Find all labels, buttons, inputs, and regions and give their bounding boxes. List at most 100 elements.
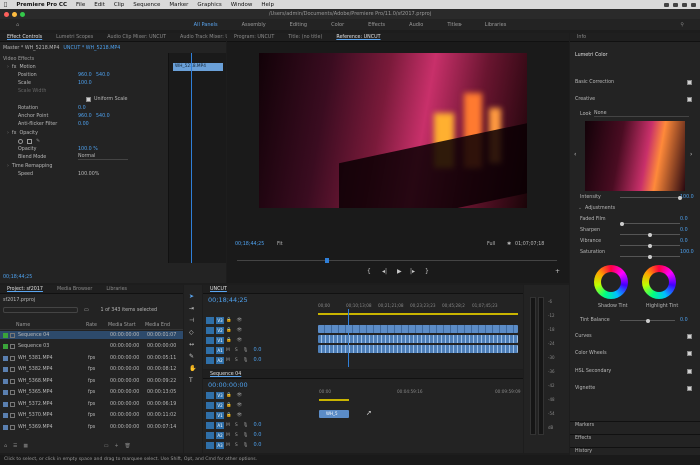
project-row[interactable]: WH_5381.MP4 fps 00:00:00:00 00:00:05:11	[0, 354, 183, 362]
source-patch-button[interactable]	[206, 411, 214, 419]
trash-icon[interactable]: 🗑	[124, 444, 130, 449]
source-master[interactable]: Master * WH_5218.MP4	[3, 46, 59, 51]
anchor-x-value[interactable]: 960.0	[78, 114, 96, 119]
new-bin-icon[interactable]: ▭	[104, 444, 109, 449]
play-button[interactable]: ▶	[397, 268, 402, 275]
sync-lock-icon[interactable]: 🔒	[226, 338, 232, 343]
source-patch-button[interactable]	[206, 391, 214, 399]
mic-icon[interactable]: 🎙	[243, 348, 249, 353]
column-name[interactable]: Name	[16, 323, 86, 328]
uncut-ruler[interactable]: 00;00 00;10;13;08 00;21;21;08 00;23;23;2…	[203, 301, 523, 309]
track-volume-value[interactable]: 0.0	[253, 347, 261, 353]
track-volume-value[interactable]: 0.0	[253, 357, 261, 363]
saturation-value[interactable]: 100.0	[680, 250, 694, 255]
sync-lock-icon[interactable]: 🔒	[226, 413, 232, 418]
project-row[interactable]: WH_5368.MP4 fps 00:00:00:00 00:00:09:22	[0, 377, 183, 385]
expand-icon[interactable]: ›	[7, 131, 9, 136]
opacity-value[interactable]: 100.0 %	[78, 147, 98, 152]
list-view-icon[interactable]: ☰	[13, 444, 17, 449]
icon-view-icon[interactable]: ▦	[23, 444, 28, 449]
position-x-value[interactable]: 960.0	[78, 73, 96, 78]
track-header[interactable]: V3 🔒 👁	[203, 315, 523, 325]
source-patch-button[interactable]	[206, 316, 214, 324]
add-button[interactable]: +	[555, 268, 560, 275]
track-label[interactable]: A1	[216, 421, 224, 429]
mute-icon[interactable]: M	[226, 358, 230, 363]
intensity-slider[interactable]	[620, 195, 682, 200]
highlight-tint-wheel[interactable]	[642, 265, 676, 299]
uniform-scale-checkbox[interactable]	[86, 96, 91, 102]
opacity-header-row[interactable]: › fx Opacity	[0, 129, 226, 137]
vignette-checkbox[interactable]	[687, 385, 692, 391]
ec-timecode[interactable]: 00;18;44;25	[3, 275, 32, 280]
track-label[interactable]: V1	[216, 336, 224, 344]
project-row[interactable]: WH_5365.MP4 fps 00:00:00:00 00:00:13:05	[0, 389, 183, 397]
menu-clip[interactable]: Clip	[114, 2, 124, 8]
look-prev-button[interactable]: ‹	[574, 151, 576, 158]
antiflicker-value[interactable]: 0.00	[78, 122, 89, 127]
minimize-button[interactable]	[12, 11, 17, 17]
track-label[interactable]: V1	[216, 411, 224, 419]
toggle-output-icon[interactable]: 👁	[237, 328, 243, 333]
track-label[interactable]: V3	[216, 316, 224, 324]
tab-libraries[interactable]: Libraries	[99, 287, 134, 292]
workspace-editing[interactable]: Editing	[278, 22, 319, 28]
tab-audio-clip-mixer[interactable]: Audio Clip Mixer: UNCUT	[100, 35, 173, 40]
scale-value[interactable]: 100.0	[78, 81, 92, 86]
tab-info[interactable]: Info	[570, 35, 593, 40]
ripple-edit-tool-icon[interactable]: ⊣	[189, 317, 194, 324]
blend-mode-select[interactable]: Normal	[78, 154, 128, 160]
source-patch-button[interactable]	[206, 431, 214, 439]
toggle-output-icon[interactable]: 👁	[237, 338, 243, 343]
selection-tool-icon[interactable]: ➤	[189, 293, 194, 300]
vibrance-value[interactable]: 0.0	[680, 239, 688, 244]
apple-icon[interactable]: 	[4, 2, 7, 8]
workspace-audio[interactable]: Audio	[397, 22, 435, 28]
tint-balance-value[interactable]: 0.0	[680, 318, 688, 323]
track-label[interactable]: V3	[216, 391, 224, 399]
track-label[interactable]: A2	[216, 356, 224, 364]
lumetri-title[interactable]: Lumetri Color	[575, 53, 608, 58]
tab-lumetri-scopes[interactable]: Lumetri Scopes	[49, 35, 100, 40]
solo-icon[interactable]: S	[235, 423, 238, 428]
shadow-tint-wheel[interactable]	[594, 265, 628, 299]
uncut-video-clips[interactable]	[318, 325, 518, 333]
fx-icon[interactable]: fx	[12, 65, 17, 70]
track-header[interactable]: A2 M S 🎙 0.0	[203, 355, 523, 365]
step-forward-button[interactable]: |▸	[410, 268, 415, 275]
source-patch-button[interactable]	[206, 356, 214, 364]
color-wheels-row[interactable]: Color Wheels	[570, 349, 700, 357]
battery-icon[interactable]	[673, 2, 678, 7]
pen-tool-icon[interactable]: ✎	[189, 353, 194, 360]
sharpen-value[interactable]: 0.0	[680, 228, 688, 233]
effects-panel-tab[interactable]: Effects	[570, 434, 700, 442]
program-scrubber[interactable]	[237, 258, 557, 263]
tab-sequence-04[interactable]: Sequence 04	[203, 372, 248, 377]
curves-checkbox[interactable]	[687, 333, 692, 339]
color-wheels-checkbox[interactable]	[687, 350, 692, 356]
menu-help[interactable]: Help	[261, 2, 274, 8]
faded-film-knob[interactable]	[620, 221, 624, 226]
resolution-select[interactable]: Full	[487, 242, 507, 247]
home-icon[interactable]: ⌂	[4, 22, 31, 28]
slip-tool-icon[interactable]: ↔	[189, 341, 194, 348]
toggle-output-icon[interactable]: 👁	[237, 413, 243, 418]
toggle-output-icon[interactable]: 👁	[237, 318, 243, 323]
anchor-y-value[interactable]: 540.0	[96, 114, 110, 119]
sync-lock-icon[interactable]: 🔒	[226, 403, 232, 408]
search-icon[interactable]: ⚲	[668, 22, 696, 28]
solo-icon[interactable]: S	[235, 443, 238, 448]
hsl-row[interactable]: HSL Secondary	[570, 367, 700, 375]
program-playhead[interactable]	[325, 258, 329, 263]
track-header[interactable]: A2 M S 🎙 0.0	[203, 430, 523, 440]
source-patch-button[interactable]	[206, 326, 214, 334]
menu-sequence[interactable]: Sequence	[133, 2, 160, 8]
tab-effect-controls[interactable]: Effect Controls	[0, 35, 49, 40]
tab-project[interactable]: Project: sf2017	[0, 287, 50, 292]
close-button[interactable]	[4, 11, 9, 17]
clock-icon[interactable]	[682, 2, 687, 7]
workspace-overflow-button[interactable]: »	[447, 22, 474, 28]
search-icon[interactable]	[691, 2, 696, 7]
mark-in-button[interactable]: {	[367, 268, 371, 275]
track-header[interactable]: V1 🔒 👁	[203, 410, 523, 420]
